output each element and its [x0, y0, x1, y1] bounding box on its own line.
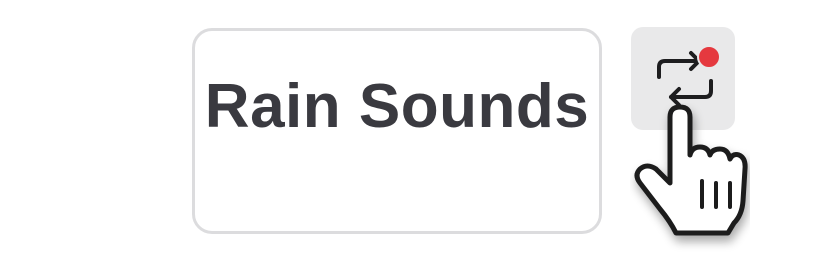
track-card[interactable]: Rain Sounds	[192, 28, 602, 234]
track-title: Rain Sounds	[204, 72, 590, 141]
repeat-button[interactable]	[631, 27, 735, 130]
stage: Rain Sounds	[0, 0, 828, 269]
notification-dot	[697, 45, 721, 69]
